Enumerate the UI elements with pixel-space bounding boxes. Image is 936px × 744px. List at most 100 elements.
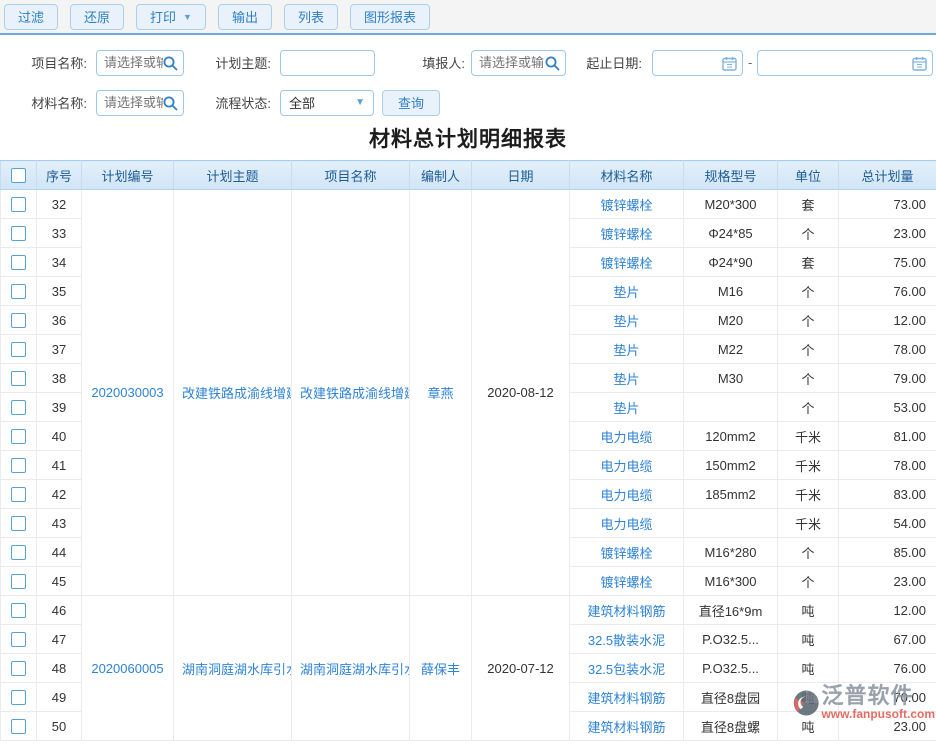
print-button[interactable]: 打印▼ [136, 4, 206, 30]
row-checkbox[interactable] [11, 400, 26, 415]
filter-button[interactable]: 过滤 [4, 4, 58, 30]
plan-subject-cell-link[interactable]: 湖南洞庭湖水库引水 [182, 662, 292, 677]
row-checkbox[interactable] [11, 458, 26, 473]
qty-cell: 75.00 [839, 248, 936, 277]
restore-button[interactable]: 还原 [70, 4, 124, 30]
material-cell-link[interactable]: 垫片 [613, 343, 639, 358]
row-checkbox[interactable] [11, 545, 26, 560]
material-cell-link[interactable]: 垫片 [613, 372, 639, 387]
material-cell: 镀锌螺栓 [570, 538, 684, 567]
search-button[interactable]: 查询 [382, 90, 440, 116]
material-cell: 垫片 [570, 306, 684, 335]
material-cell: 32.5散装水泥 [570, 625, 684, 654]
qty-cell: 76.00 [839, 654, 936, 683]
author-cell: 薛保丰 [410, 596, 472, 741]
material-cell: 电力电缆 [570, 451, 684, 480]
plan-subject-field[interactable] [281, 51, 374, 75]
plan-no-cell-link[interactable]: 2020060005 [91, 661, 163, 676]
row-checkbox[interactable] [11, 342, 26, 357]
spec-cell: 直径8盘螺 [684, 712, 778, 741]
row-checkbox[interactable] [11, 516, 26, 531]
author-cell-link[interactable]: 薛保丰 [421, 662, 460, 677]
calendar-icon[interactable] [911, 55, 928, 72]
material-cell-link[interactable]: 建筑材料钢筋 [587, 720, 665, 735]
select-all-checkbox[interactable] [11, 168, 26, 183]
row-checkbox[interactable] [11, 255, 26, 270]
seq-cell: 35 [37, 277, 82, 306]
material-cell-link[interactable]: 垫片 [613, 401, 639, 416]
spec-cell: Φ24*85 [684, 219, 778, 248]
row-checkbox[interactable] [11, 690, 26, 705]
row-checkbox[interactable] [11, 197, 26, 212]
plan-subject-cell-link[interactable]: 改建铁路成渝线增建 [182, 386, 292, 401]
unit-cell: 吨 [778, 683, 839, 712]
material-name-input[interactable] [96, 90, 184, 116]
col-header-plan-subject: 计划主题 [174, 161, 292, 190]
row-checkbox-cell [1, 538, 37, 567]
material-cell-link[interactable]: 32.5散装水泥 [588, 633, 665, 648]
row-checkbox[interactable] [11, 574, 26, 589]
row-checkbox[interactable] [11, 313, 26, 328]
seq-cell: 41 [37, 451, 82, 480]
material-cell-link[interactable]: 垫片 [613, 285, 639, 300]
search-icon[interactable] [544, 55, 561, 72]
material-cell: 电力电缆 [570, 480, 684, 509]
row-checkbox[interactable] [11, 226, 26, 241]
material-cell: 电力电缆 [570, 422, 684, 451]
seq-cell: 42 [37, 480, 82, 509]
row-checkbox[interactable] [11, 603, 26, 618]
row-checkbox[interactable] [11, 719, 26, 734]
material-cell-link[interactable]: 电力电缆 [600, 459, 652, 474]
project-name-input[interactable] [96, 50, 184, 76]
material-cell-link[interactable]: 垫片 [613, 314, 639, 329]
end-date-input[interactable] [757, 50, 933, 76]
calendar-icon[interactable] [721, 55, 738, 72]
row-checkbox-cell [1, 219, 37, 248]
qty-cell: 23.00 [839, 567, 936, 596]
search-icon[interactable] [162, 55, 179, 72]
reporter-input[interactable] [471, 50, 566, 76]
row-checkbox[interactable] [11, 429, 26, 444]
material-cell: 垫片 [570, 335, 684, 364]
col-header-seq: 序号 [37, 161, 82, 190]
material-cell-link[interactable]: 32.5包装水泥 [588, 662, 665, 677]
row-checkbox[interactable] [11, 284, 26, 299]
end-date-field[interactable] [758, 51, 932, 75]
graph-report-button[interactable]: 图形报表 [350, 4, 430, 30]
list-button[interactable]: 列表 [284, 4, 338, 30]
row-checkbox[interactable] [11, 371, 26, 386]
material-cell-link[interactable]: 镀锌螺栓 [600, 575, 652, 590]
row-checkbox[interactable] [11, 487, 26, 502]
project-name-cell-link[interactable]: 湖南洞庭湖水库引水 [300, 662, 410, 677]
seq-cell: 40 [37, 422, 82, 451]
search-icon[interactable] [162, 95, 179, 112]
row-checkbox[interactable] [11, 661, 26, 676]
row-checkbox-cell [1, 277, 37, 306]
spec-cell [684, 509, 778, 538]
reporter-label: 填报人: [412, 53, 465, 72]
material-cell-link[interactable]: 电力电缆 [600, 430, 652, 445]
row-checkbox-cell [1, 190, 37, 219]
start-date-input[interactable] [652, 50, 743, 76]
author-cell-link[interactable]: 章燕 [427, 386, 453, 401]
seq-cell: 45 [37, 567, 82, 596]
material-cell-link[interactable]: 镀锌螺栓 [600, 546, 652, 561]
plan-no-cell-link[interactable]: 2020030003 [91, 385, 163, 400]
material-cell-link[interactable]: 电力电缆 [600, 488, 652, 503]
row-checkbox-cell [1, 596, 37, 625]
seq-cell: 47 [37, 625, 82, 654]
material-cell-link[interactable]: 镀锌螺栓 [600, 198, 652, 213]
flow-status-select[interactable]: 全部 ▼ [280, 90, 374, 116]
material-cell-link[interactable]: 建筑材料钢筋 [587, 604, 665, 619]
row-checkbox[interactable] [11, 632, 26, 647]
material-cell-link[interactable]: 镀锌螺栓 [600, 256, 652, 271]
report-table: 序号 计划编号 计划主题 项目名称 编制人 日期 材料名称 规格型号 单位 总计… [0, 160, 936, 741]
col-header-author: 编制人 [410, 161, 472, 190]
project-name-cell-link[interactable]: 改建铁路成渝线增建 [300, 386, 410, 401]
material-cell-link[interactable]: 电力电缆 [600, 517, 652, 532]
plan-subject-input[interactable] [280, 50, 375, 76]
material-cell-link[interactable]: 镀锌螺栓 [600, 227, 652, 242]
export-button[interactable]: 输出 [218, 4, 272, 30]
row-checkbox-cell [1, 248, 37, 277]
material-cell-link[interactable]: 建筑材料钢筋 [587, 691, 665, 706]
